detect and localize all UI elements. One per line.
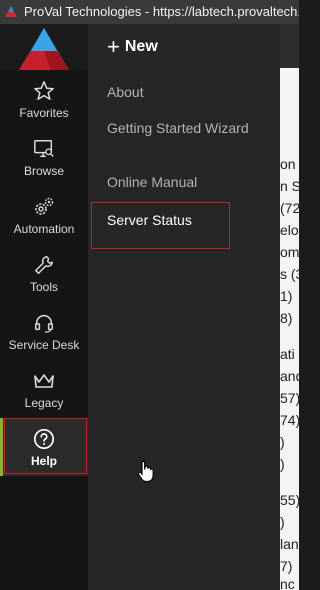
proval-logo-icon bbox=[19, 28, 69, 70]
new-button[interactable]: + New bbox=[107, 34, 158, 59]
content-text: nc bbox=[280, 576, 295, 590]
background-page-content: on ( n Sc (72 elo omp s (3 1) 8) ati and… bbox=[280, 24, 299, 590]
content-text: on ( bbox=[280, 156, 299, 172]
content-text: 7) bbox=[280, 558, 293, 574]
sidebar-item-browse[interactable]: Browse bbox=[0, 128, 88, 186]
content-text: ) bbox=[280, 514, 285, 530]
content-text: and bbox=[280, 368, 299, 384]
active-indicator bbox=[0, 418, 3, 476]
gears-icon bbox=[32, 194, 56, 220]
sidebar-item-label: Automation bbox=[13, 222, 75, 236]
hand-cursor-icon bbox=[138, 459, 154, 482]
window-title: ProVal Technologies - https://labtech.pr… bbox=[24, 4, 299, 19]
sidebar-item-legacy[interactable]: Legacy bbox=[0, 360, 88, 418]
sidebar-item-label: Service Desk bbox=[8, 338, 80, 352]
sidebar-item-tools[interactable]: Tools bbox=[0, 244, 88, 302]
sidebar-item-service-desk[interactable]: Service Desk bbox=[0, 302, 88, 360]
help-flyout-menu: + New About Getting Started Wizard Onlin… bbox=[88, 24, 280, 590]
sidebar-item-label: Browse bbox=[23, 164, 64, 178]
content-text: 8) bbox=[280, 310, 293, 326]
content-text: omp bbox=[280, 244, 299, 260]
star-icon bbox=[33, 78, 55, 104]
page-header-strip bbox=[280, 24, 299, 68]
content-text: 55) bbox=[280, 492, 299, 508]
content-text: ) bbox=[280, 456, 285, 472]
content-text: 1) bbox=[280, 288, 293, 304]
content-text: s (3 bbox=[280, 266, 299, 282]
content-text: (72 bbox=[280, 200, 299, 216]
content-text: lan bbox=[280, 536, 299, 552]
content-text: elo bbox=[280, 222, 299, 238]
content-text: n Sc bbox=[280, 178, 299, 194]
left-sidebar: Favorites Browse Automation Tools Servic… bbox=[0, 24, 88, 590]
plus-icon: + bbox=[107, 34, 120, 59]
proval-favicon-icon bbox=[5, 6, 17, 17]
content-text: 57) bbox=[280, 390, 299, 406]
headset-icon bbox=[33, 310, 55, 336]
monitor-icon bbox=[33, 136, 55, 162]
sidebar-item-label: Favorites bbox=[19, 106, 69, 120]
sidebar-item-favorites[interactable]: Favorites bbox=[0, 70, 88, 128]
content-text: 74) bbox=[280, 412, 299, 428]
crown-icon bbox=[32, 368, 56, 394]
content-text: ) bbox=[280, 434, 285, 450]
sidebar-item-label: Tools bbox=[29, 280, 58, 294]
highlight-box bbox=[4, 418, 87, 474]
new-button-label: New bbox=[124, 38, 158, 55]
menu-item-online-manual[interactable]: Online Manual bbox=[107, 173, 257, 191]
sidebar-item-label: Legacy bbox=[24, 396, 64, 410]
menu-item-getting-started-wizard[interactable]: Getting Started Wizard bbox=[107, 119, 257, 137]
sidebar-item-help[interactable]: Help bbox=[0, 418, 88, 476]
wrench-icon bbox=[33, 252, 55, 278]
menu-item-about[interactable]: About bbox=[107, 83, 257, 101]
logo[interactable] bbox=[0, 24, 88, 70]
menu-item-server-status[interactable]: Server Status bbox=[107, 211, 257, 229]
sidebar-item-automation[interactable]: Automation bbox=[0, 186, 88, 244]
content-text: ati bbox=[280, 346, 295, 362]
window-titlebar: ProVal Technologies - https://labtech.pr… bbox=[0, 0, 299, 24]
